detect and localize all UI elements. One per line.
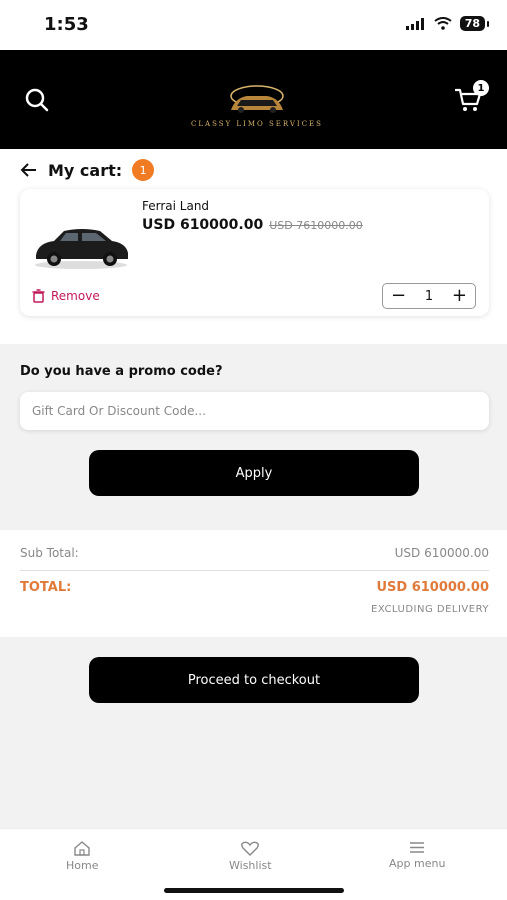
product-old-price: USD 7610000.00 (269, 219, 363, 232)
remove-label: Remove (51, 289, 100, 303)
promo-code-input[interactable]: Gift Card Or Discount Code... (20, 392, 489, 430)
cart-count-badge: 1 (473, 80, 489, 96)
total-label: TOTAL: (20, 580, 72, 595)
menu-icon (410, 842, 425, 853)
checkout-button[interactable]: Proceed to checkout (89, 657, 419, 703)
checkout-label: Proceed to checkout (187, 672, 321, 688)
total-row: TOTAL: USD 610000.00 (20, 580, 489, 595)
wifi-icon (434, 17, 452, 30)
nav-wishlist-label: Wishlist (229, 859, 272, 872)
apply-label: Apply (235, 465, 273, 481)
decrease-quantity-button[interactable]: − (391, 287, 406, 305)
status-icons: 78 (405, 16, 490, 31)
back-arrow-icon[interactable] (20, 161, 38, 179)
quantity-stepper: − 1 + (382, 283, 476, 309)
nav-app-menu[interactable]: App menu (389, 841, 445, 870)
logo-text: CLASSY LIMO SERVICES (191, 120, 323, 128)
app-header: CLASSY LIMO SERVICES 1 (0, 50, 507, 149)
heart-icon (241, 841, 260, 856)
nav-wishlist[interactable]: Wishlist (229, 841, 272, 872)
cart-title-row: My cart: 1 (20, 159, 155, 181)
page-title: My cart: (48, 160, 123, 180)
price-row: USD 610000.00 USD 7610000.00 (142, 217, 363, 233)
delivery-note: EXCLUDING DELIVERY (371, 604, 489, 615)
nav-app-menu-label: App menu (389, 857, 446, 870)
home-indicator (164, 888, 344, 893)
promo-section: Do you have a promo code? Gift Card Or D… (0, 344, 507, 516)
apply-button[interactable]: Apply (89, 450, 419, 496)
trash-icon (32, 289, 45, 303)
promo-label: Do you have a promo code? (20, 364, 223, 379)
status-bar: 1:53 78 (0, 0, 507, 50)
nav-home[interactable]: Home (66, 841, 98, 872)
promo-placeholder: Gift Card Or Discount Code... (32, 404, 206, 418)
signal-icon (405, 17, 424, 30)
limo-logo-icon (230, 85, 284, 113)
home-icon (74, 841, 90, 856)
brand-logo[interactable]: CLASSY LIMO SERVICES (184, 72, 330, 128)
product-price: USD 610000.00 (142, 217, 264, 233)
product-name[interactable]: Ferrai Land (142, 199, 209, 213)
nav-home-label: Home (66, 859, 99, 872)
cart-item-card: Ferrai Land USD 610000.00 USD 7610000.00… (20, 189, 489, 316)
search-icon[interactable] (24, 87, 50, 113)
divider (20, 570, 489, 571)
totals-section: Sub Total: USD 610000.00 TOTAL: USD 6100… (0, 530, 507, 637)
sub-total-row: Sub Total: USD 610000.00 (20, 546, 489, 560)
cart-section: My cart: 1 Ferrai Land USD 610000.00 USD… (0, 149, 507, 344)
quantity-value: 1 (424, 288, 434, 304)
cart-item-count-badge: 1 (132, 159, 155, 181)
battery-icon: 78 (459, 16, 490, 31)
sub-total-value: USD 610000.00 (394, 546, 489, 560)
remove-button[interactable]: Remove (32, 289, 100, 303)
increase-quantity-button[interactable]: + (452, 287, 467, 305)
bottom-nav: Home Wishlist App menu (0, 828, 507, 900)
cart-button[interactable]: 1 (453, 80, 489, 114)
sub-total-label: Sub Total: (20, 546, 79, 560)
status-time: 1:53 (44, 14, 89, 35)
total-value: USD 610000.00 (376, 580, 489, 595)
car-image (35, 229, 128, 269)
